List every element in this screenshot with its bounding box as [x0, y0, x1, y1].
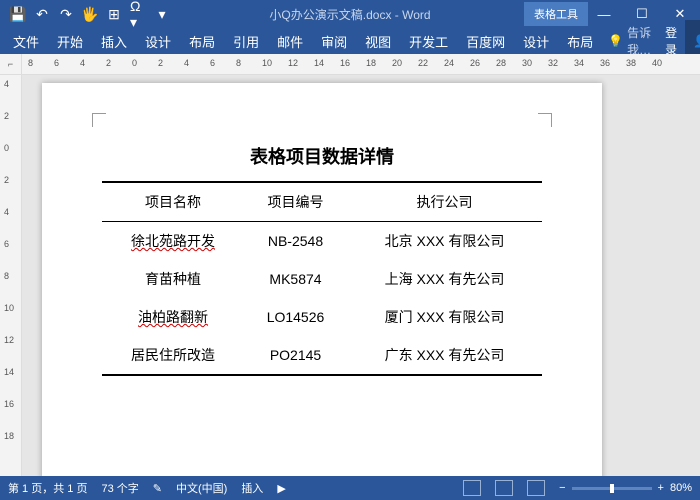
table-row: 育苗种植MK5874上海 XXX 有先公司 [102, 260, 542, 298]
symbol-icon[interactable]: Ω ▾ [130, 6, 146, 22]
table-cell[interactable]: 上海 XXX 有先公司 [347, 260, 542, 298]
table-cell[interactable]: 居民住所改造 [102, 336, 244, 375]
table-cell[interactable]: 厦门 XXX 有限公司 [347, 298, 542, 336]
ribbon-tab[interactable]: 开始 [48, 28, 92, 55]
table-cell[interactable]: NB-2548 [244, 222, 347, 261]
title-bar: 💾 ↶ ↷ 🖐 ⊞ Ω ▾ ▾ 小Q办公演示文稿.docx - Word 表格工… [0, 0, 700, 28]
tell-me[interactable]: 💡 告诉我… [602, 24, 657, 58]
zoom-slider[interactable] [572, 487, 652, 490]
ribbon-tab[interactable]: 审阅 [312, 28, 356, 55]
document-heading: 表格项目数据详情 [102, 123, 542, 181]
table-cell[interactable]: 育苗种植 [102, 260, 244, 298]
save-icon[interactable]: 💾 [10, 6, 26, 22]
ribbon-tab[interactable]: 设计 [136, 28, 180, 55]
table-header-row: 项目名称项目编号执行公司 [102, 182, 542, 222]
status-bar: 第 1 页，共 1 页 73 个字 ✎ 中文(中国) 插入 ▶ − + 80% [0, 476, 700, 500]
view-web-icon[interactable] [527, 480, 545, 496]
touch-mode-icon[interactable]: 🖐 [82, 6, 98, 22]
ribbon-tab[interactable]: 引用 [224, 28, 268, 55]
table-icon[interactable]: ⊞ [106, 6, 122, 22]
redo-icon[interactable]: ↷ [58, 6, 74, 22]
ribbon-tab[interactable]: 百度网 [457, 28, 514, 55]
view-print-icon[interactable] [495, 480, 513, 496]
maximize-icon[interactable]: ☐ [626, 2, 658, 26]
ribbon-tabs: 文件开始插入设计布局引用邮件审阅视图开发工百度网设计布局 💡 告诉我… 登录 👤… [0, 28, 700, 54]
horizontal-ruler[interactable]: 8642024681012141618202224262830323436384… [22, 54, 700, 74]
undo-icon[interactable]: ↶ [34, 6, 50, 22]
minimize-icon[interactable]: — [588, 2, 620, 26]
zoom-level[interactable]: 80% [670, 482, 692, 494]
word-count[interactable]: 73 个字 [101, 480, 138, 496]
spellcheck-icon[interactable]: ✎ [153, 482, 162, 495]
ribbon-tab[interactable]: 文件 [4, 28, 48, 55]
table-row: 居民住所改造PO2145广东 XXX 有先公司 [102, 336, 542, 375]
language-indicator[interactable]: 中文(中国) [176, 480, 227, 496]
table-header-cell: 项目名称 [102, 182, 244, 222]
tell-me-text: 告诉我… [627, 24, 651, 58]
lightbulb-icon: 💡 [608, 34, 623, 48]
ribbon-tab[interactable]: 布局 [180, 28, 224, 55]
page-indicator[interactable]: 第 1 页，共 1 页 [8, 480, 87, 496]
table-cell[interactable]: 徐北苑路开发 [102, 222, 244, 261]
window-title: 小Q办公演示文稿.docx - Word [176, 6, 524, 23]
vertical-ruler[interactable]: 42024681012141618 [0, 75, 22, 476]
macro-icon[interactable]: ▶ [277, 482, 285, 495]
margin-mark [538, 113, 552, 127]
data-table[interactable]: 项目名称项目编号执行公司 徐北苑路开发NB-2548北京 XXX 有限公司育苗种… [102, 181, 542, 376]
table-cell[interactable]: MK5874 [244, 260, 347, 298]
table-header-cell: 执行公司 [347, 182, 542, 222]
share-icon: 👤 [693, 34, 700, 48]
qat-more-icon[interactable]: ▾ [154, 6, 170, 22]
zoom-out-button[interactable]: − [559, 482, 565, 494]
table-row: 油柏路翻新LO14526厦门 XXX 有限公司 [102, 298, 542, 336]
table-cell[interactable]: 北京 XXX 有限公司 [347, 222, 542, 261]
ribbon-tab[interactable]: 设计 [514, 28, 558, 55]
table-cell[interactable]: 油柏路翻新 [102, 298, 244, 336]
table-cell[interactable]: PO2145 [244, 336, 347, 375]
ribbon-tab[interactable]: 邮件 [268, 28, 312, 55]
page-viewport[interactable]: 表格项目数据详情 项目名称项目编号执行公司 徐北苑路开发NB-2548北京 XX… [22, 75, 700, 476]
ribbon-tab[interactable]: 开发工 [400, 28, 457, 55]
table-cell[interactable]: LO14526 [244, 298, 347, 336]
ruler-corner: ⌐ [0, 54, 22, 74]
table-body: 徐北苑路开发NB-2548北京 XXX 有限公司育苗种植MK5874上海 XXX… [102, 222, 542, 376]
margin-mark [92, 113, 106, 127]
table-cell[interactable]: 广东 XXX 有先公司 [347, 336, 542, 375]
insert-mode[interactable]: 插入 [241, 480, 263, 496]
page: 表格项目数据详情 项目名称项目编号执行公司 徐北苑路开发NB-2548北京 XX… [42, 83, 602, 476]
document-area: 42024681012141618 表格项目数据详情 项目名称项目编号执行公司 … [0, 75, 700, 476]
zoom-in-button[interactable]: + [658, 482, 664, 494]
ribbon-tab[interactable]: 插入 [92, 28, 136, 55]
table-row: 徐北苑路开发NB-2548北京 XXX 有限公司 [102, 222, 542, 261]
contextual-tab-label: 表格工具 [524, 2, 588, 26]
ribbon-tab[interactable]: 布局 [558, 28, 602, 55]
zoom-control: − + 80% [559, 482, 692, 494]
zoom-thumb[interactable] [610, 484, 614, 493]
view-read-icon[interactable] [463, 480, 481, 496]
ribbon-tab[interactable]: 视图 [356, 28, 400, 55]
quick-access-toolbar: 💾 ↶ ↷ 🖐 ⊞ Ω ▾ ▾ [4, 6, 176, 22]
horizontal-ruler-area: ⌐ 86420246810121416182022242628303234363… [0, 54, 700, 75]
table-header-cell: 项目编号 [244, 182, 347, 222]
